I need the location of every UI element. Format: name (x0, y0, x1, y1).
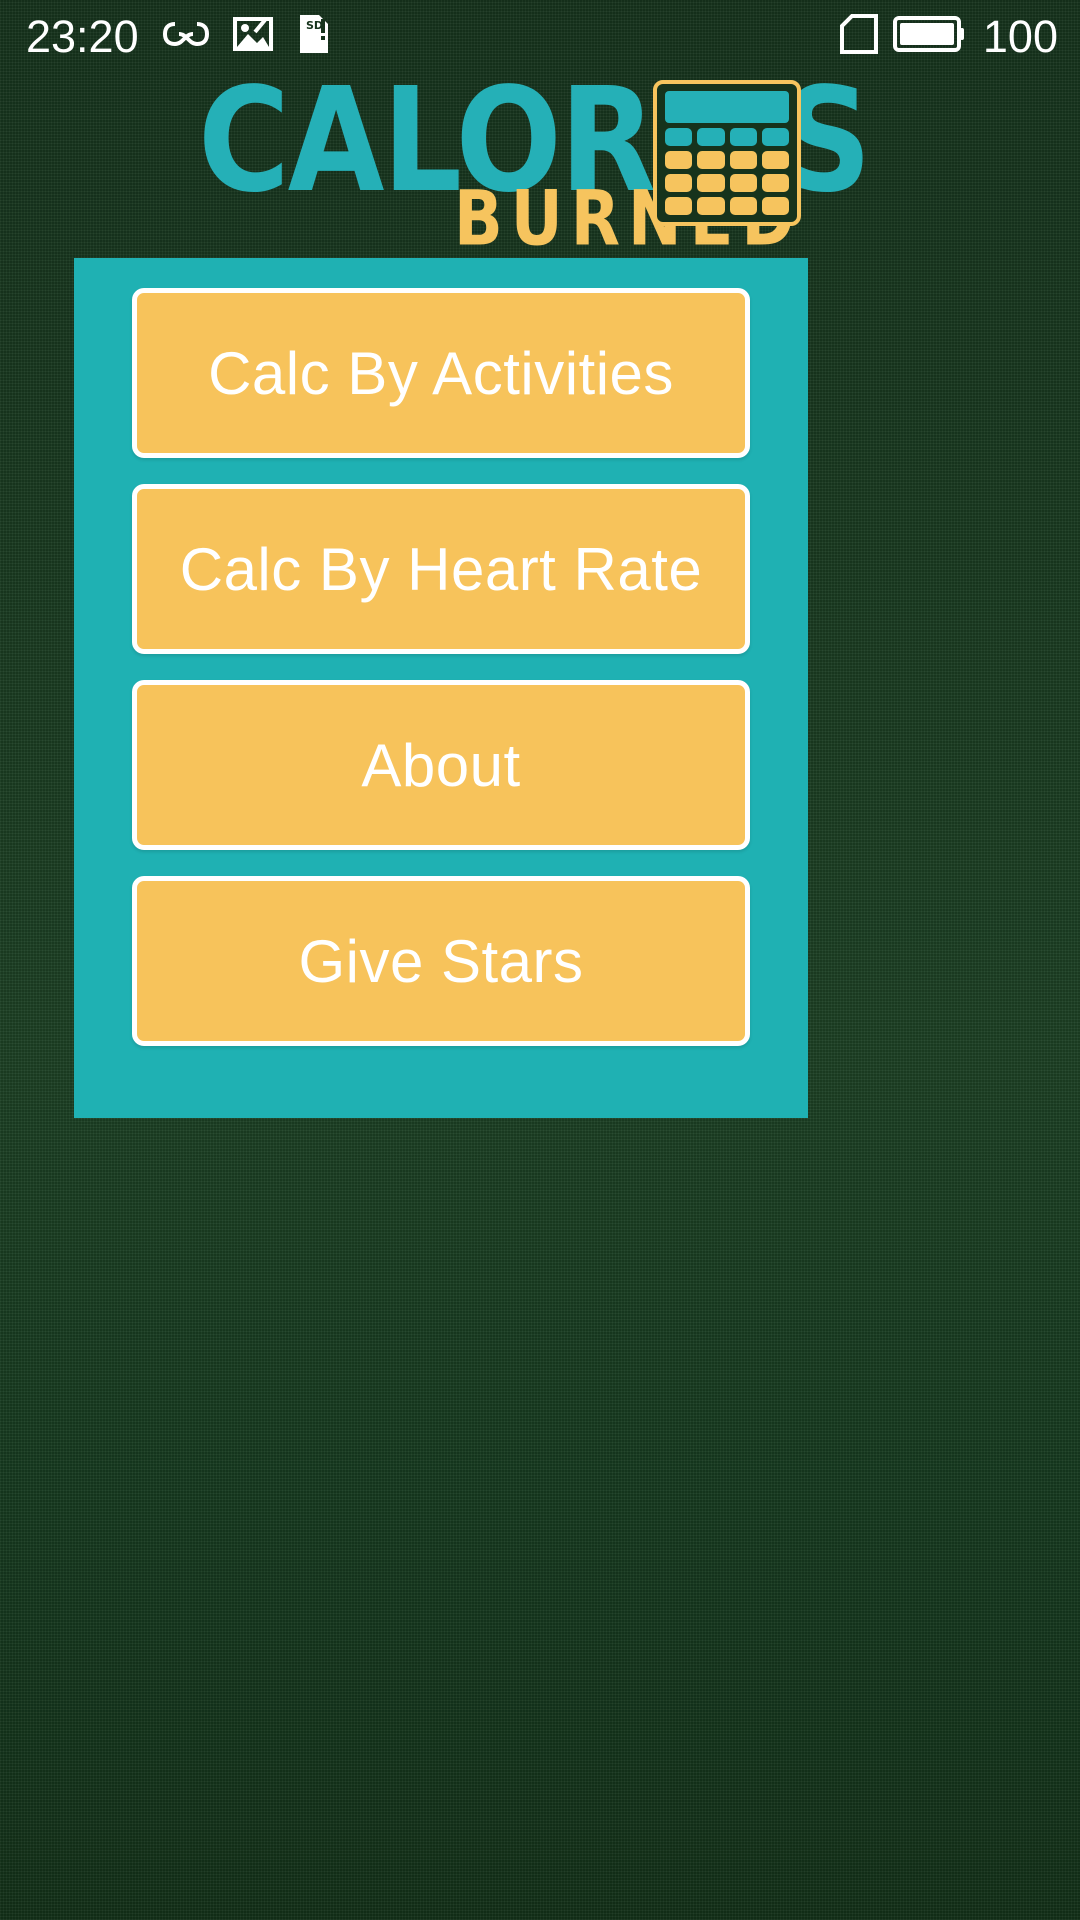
calculator-key (665, 197, 693, 216)
calculator-key-row (665, 151, 789, 170)
calculator-key (729, 151, 757, 170)
svg-text:SD: SD (306, 19, 323, 32)
sd-card-warning-icon: SD (297, 13, 331, 60)
calculator-screen (665, 91, 789, 124)
status-bar: 23:20 SD 100 (0, 0, 1080, 72)
calculator-key-row (665, 174, 789, 193)
calculator-key (697, 151, 725, 170)
status-time: 23:20 (26, 10, 139, 62)
calculator-key (729, 174, 757, 193)
give-stars-button[interactable]: Give Stars (132, 876, 750, 1046)
photo-edit-icon (232, 14, 273, 59)
calculator-key (697, 128, 725, 147)
calculator-key (761, 197, 789, 216)
calculator-key (697, 174, 725, 193)
calculator-key (697, 197, 725, 216)
calculator-key (665, 151, 693, 170)
battery-full-icon (892, 14, 965, 59)
calculator-key (729, 197, 757, 216)
calculator-key (729, 128, 757, 147)
calculator-icon (653, 80, 801, 226)
calculator-key (665, 174, 693, 193)
calculator-key-row (665, 128, 789, 147)
app-root: 23:20 SD 100 CALORIES BURNED Calc By Act… (0, 0, 1080, 1920)
app-logo: CALORIES BURNED (0, 68, 1080, 258)
calculator-key (761, 174, 789, 193)
status-bar-left: 23:20 SD (26, 13, 331, 60)
sim-card-icon (839, 13, 879, 60)
status-bar-right: 100 (839, 13, 1058, 60)
calc-by-heart-rate-button[interactable]: Calc By Heart Rate (132, 484, 750, 654)
calculator-key (761, 151, 789, 170)
main-menu-card: Calc By Activities Calc By Heart Rate Ab… (74, 258, 808, 1118)
about-button[interactable]: About (132, 680, 750, 850)
infinity-icon (162, 18, 209, 55)
calculator-key (761, 128, 789, 147)
logo-stage: CALORIES BURNED (190, 68, 890, 258)
battery-percent-label: 100 (982, 10, 1058, 62)
calculator-key-row (665, 197, 789, 216)
calculator-key (665, 128, 693, 147)
calc-by-activities-button[interactable]: Calc By Activities (132, 288, 750, 458)
